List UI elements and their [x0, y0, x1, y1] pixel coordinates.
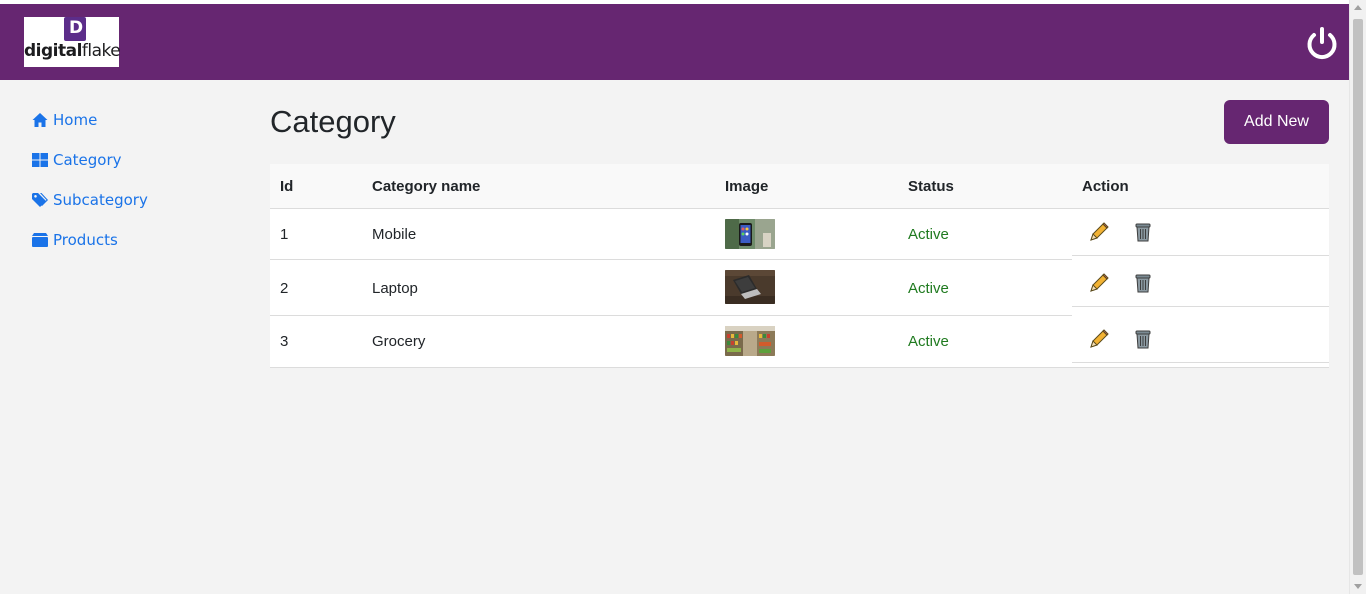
- cell-id: 3: [280, 333, 289, 350]
- logo-text-bold: digital: [24, 41, 82, 61]
- top-navbar: D digitalflake: [0, 4, 1349, 80]
- home-icon: [32, 113, 48, 127]
- cell-name: Mobile: [372, 226, 417, 243]
- action-cell: [1072, 209, 1329, 256]
- action-cell: [1072, 256, 1329, 307]
- sidebar-item-home[interactable]: Home: [32, 100, 232, 140]
- edit-pencil-icon[interactable]: [1088, 328, 1110, 350]
- sidebar-item-label: Category: [53, 151, 122, 169]
- add-new-button[interactable]: Add New: [1224, 100, 1329, 144]
- edit-pencil-icon[interactable]: [1088, 272, 1110, 294]
- header-action: Action: [1082, 178, 1129, 195]
- delete-trash-icon[interactable]: [1132, 221, 1154, 243]
- brand-logo[interactable]: D digitalflake: [24, 17, 121, 67]
- logo-text-light: flake: [81, 41, 121, 61]
- vertical-scrollbar[interactable]: [1349, 0, 1366, 594]
- status-badge: Active: [908, 280, 949, 297]
- logo-letter: D: [69, 18, 84, 38]
- sidebar-item-subcategory[interactable]: Subcategory: [32, 180, 232, 220]
- cell-id: 2: [280, 280, 289, 297]
- cell-name: Laptop: [372, 280, 418, 297]
- box-icon: [32, 233, 48, 247]
- sidebar: Home Category Subcategory Products: [32, 100, 232, 260]
- header-category-name: Category name: [372, 178, 481, 195]
- cell-name: Grocery: [372, 333, 426, 350]
- logo-text: digitalflake: [24, 41, 121, 61]
- delete-trash-icon[interactable]: [1132, 328, 1154, 350]
- status-badge: Active: [908, 226, 949, 243]
- header-image: Image: [725, 178, 769, 195]
- laptop-thumbnail: [725, 270, 775, 304]
- sidebar-item-category[interactable]: Category: [32, 140, 232, 180]
- action-cell: [1072, 307, 1329, 363]
- sidebar-item-label: Home: [53, 111, 98, 129]
- cell-id: 1: [280, 226, 289, 243]
- logo-mark: D: [64, 17, 86, 41]
- delete-trash-icon[interactable]: [1132, 272, 1154, 294]
- tags-icon: [32, 193, 48, 207]
- sidebar-item-products[interactable]: Products: [32, 220, 232, 260]
- power-icon[interactable]: [1305, 26, 1339, 62]
- grocery-thumbnail: [725, 326, 775, 356]
- header-status: Status: [908, 178, 954, 195]
- sidebar-item-label: Products: [53, 231, 118, 249]
- mobile-thumbnail: [725, 219, 775, 249]
- table-header: Id Category name Image Status Action: [270, 164, 1329, 209]
- edit-pencil-icon[interactable]: [1088, 221, 1110, 243]
- scroll-down-arrow-icon[interactable]: [1354, 584, 1362, 589]
- status-badge: Active: [908, 333, 949, 350]
- header-id: Id: [280, 178, 294, 195]
- scrollbar-thumb[interactable]: [1353, 19, 1363, 575]
- page-title: Category: [270, 104, 396, 139]
- sidebar-item-label: Subcategory: [53, 191, 148, 209]
- grid-icon: [32, 153, 48, 167]
- scroll-up-arrow-icon[interactable]: [1354, 5, 1362, 10]
